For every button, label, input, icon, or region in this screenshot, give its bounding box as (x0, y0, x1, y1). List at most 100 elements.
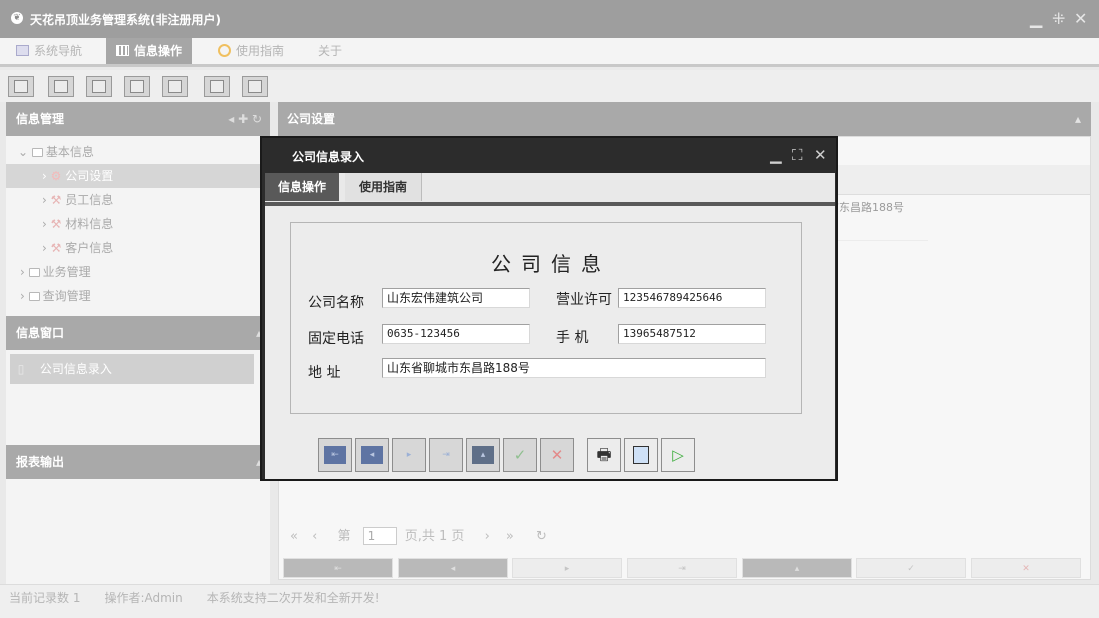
form-heading: 公司信息 (491, 252, 611, 276)
company-name-label: 公司名称 (308, 295, 364, 311)
folder-icon (28, 268, 40, 277)
first-page-icon[interactable]: « (290, 529, 298, 544)
status-notice: 本系统支持二次开发和全新开发! (206, 591, 380, 605)
toolbar-document-button[interactable] (86, 76, 112, 97)
phone-input[interactable]: 0635-123456 (382, 324, 530, 344)
panel-header-report-output[interactable]: 报表输出 ▴ (6, 445, 270, 479)
table-cell-address: 市东昌路188号 (828, 195, 928, 241)
toolbar-print-button[interactable] (242, 76, 268, 97)
minimize-icon[interactable]: ▁ (1030, 9, 1042, 28)
prev-icon: ◂ (361, 446, 383, 464)
close-icon[interactable]: ✕ (814, 146, 827, 164)
prev-record-button[interactable]: ◂ (398, 558, 508, 578)
preview-button[interactable] (624, 438, 658, 472)
dialog-tab-user-guide[interactable]: 使用指南 (345, 173, 423, 201)
first-icon: ⇤ (324, 446, 346, 464)
monitor-icon (16, 45, 29, 56)
tool-icon: ⚒ (50, 217, 62, 231)
toolbar-search-button[interactable] (8, 76, 34, 97)
app-icon: ❦ (11, 12, 23, 24)
maximize-icon[interactable]: ⛶ (792, 146, 803, 164)
first-record-button[interactable]: ⇤ (283, 558, 393, 578)
tool-icon: ⚒ (50, 193, 62, 207)
business-license-input[interactable]: 123546789425646 (618, 288, 766, 308)
prev-record-button[interactable]: ◂ (355, 438, 389, 472)
run-button[interactable]: ▷ (661, 438, 695, 472)
cancel-record-button[interactable]: ✕ (971, 558, 1081, 578)
tab-info-operation[interactable]: 信息操作 (106, 38, 193, 64)
panel-header-info-window[interactable]: 信息窗口 ▴ (6, 316, 270, 350)
maximize-icon[interactable]: ⁜ (1052, 9, 1065, 28)
tree-item-query-mgmt[interactable]: › 查询管理 (6, 284, 270, 308)
app-title: 天花吊顶业务管理系统(非注册用户) (30, 13, 221, 27)
tree-item-company-settings[interactable]: › ⚙ 公司设置 (6, 164, 270, 188)
mobile-input[interactable]: 13965487512 (618, 324, 766, 344)
first-record-button[interactable]: ⇤ (318, 438, 352, 472)
tab-about[interactable]: 关于 (308, 38, 352, 64)
company-info-dialog: 公司信息录入 ▁ ⛶ ✕ 信息操作 使用指南 公司信息 公司名称 山东宏伟建筑公… (260, 136, 838, 481)
tree-item-basic-info[interactable]: ⌄ 基本信息 (6, 140, 270, 164)
up-icon: ▴ (472, 446, 494, 464)
tree-item-business-mgmt[interactable]: › 业务管理 (6, 260, 270, 284)
window-icon (168, 80, 182, 93)
next-record-button[interactable]: ▸ (512, 558, 622, 578)
toolbar-export-button[interactable] (204, 76, 230, 97)
dialog-tabs: 信息操作 使用指南 (265, 173, 835, 202)
grid-icon (116, 45, 129, 56)
menu-bar: 系统导航 信息操作 使用指南 关于 (0, 38, 1099, 67)
title-bar: ❦ 天花吊顶业务管理系统(非注册用户) ▁ ⁜ ✕ (0, 0, 1099, 38)
panel-header-company-settings: 公司设置 ▴ (278, 102, 1091, 136)
next-record-button[interactable]: ▸ (392, 438, 426, 472)
tree-item-customer-info[interactable]: › ⚒ 客户信息 (6, 236, 270, 260)
users-icon (130, 80, 144, 93)
business-license-label: 营业许可 (556, 292, 612, 308)
status-bar: 当前记录数 1 操作者:Admin 本系统支持二次开发和全新开发! (0, 584, 1099, 618)
confirm-button[interactable]: ✓ (503, 438, 537, 472)
cancel-button[interactable]: ✕ (540, 438, 574, 472)
dialog-tab-info-operation[interactable]: 信息操作 (265, 173, 340, 201)
last-page-icon[interactable]: » (506, 529, 514, 544)
close-icon[interactable]: ✕ (1074, 9, 1087, 28)
collapse-icon[interactable]: ▴ (1075, 102, 1081, 136)
confirm-record-button[interactable]: ✓ (856, 558, 966, 578)
page-number-input[interactable]: 1 (362, 527, 397, 545)
report-output-panel (6, 479, 270, 584)
tree-item-staff-info[interactable]: › ⚒ 员工信息 (6, 188, 270, 212)
window-icon: ▯ (17, 362, 25, 376)
refresh-icon[interactable]: ↻ (536, 529, 547, 544)
tree-item-material-info[interactable]: › ⚒ 材料信息 (6, 212, 270, 236)
folder-icon (28, 292, 40, 301)
check-icon: ✓ (513, 446, 527, 464)
next-icon: ▸ (398, 446, 420, 464)
last-record-button[interactable]: ⇥ (429, 438, 463, 472)
address-input[interactable]: 山东省聊城市东昌路188号 (382, 358, 766, 378)
toolbar-list-button[interactable] (48, 76, 74, 97)
print-button[interactable]: 🖶 (587, 438, 621, 472)
toolbar-window-button[interactable] (162, 76, 188, 97)
edit-record-button[interactable]: ▴ (466, 438, 500, 472)
window-item-company-entry[interactable]: ▯ 公司信息录入 (10, 354, 254, 384)
record-count: 当前记录数 1 (9, 591, 81, 605)
last-icon: ⇥ (435, 446, 457, 464)
company-name-input[interactable]: 山东宏伟建筑公司 (382, 288, 530, 308)
print-icon (248, 80, 262, 93)
tab-system-nav[interactable]: 系统导航 (6, 38, 92, 64)
last-record-button[interactable]: ⇥ (627, 558, 737, 578)
preview-icon (633, 446, 649, 464)
next-page-icon[interactable]: › (485, 529, 490, 544)
tab-user-guide[interactable]: 使用指南 (208, 38, 294, 64)
panel-tools[interactable]: ◂ ✚ ↻ (228, 102, 262, 136)
prev-page-icon[interactable]: ‹ (312, 529, 317, 544)
pagination: « ‹ 第 1 页,共 1 页 › » ↻ (280, 522, 980, 552)
edit-record-button[interactable]: ▴ (742, 558, 852, 578)
play-icon: ▷ (672, 446, 684, 464)
cross-icon: ✕ (550, 446, 564, 464)
panel-header-info-mgmt[interactable]: 信息管理 ◂ ✚ ↻ (6, 102, 270, 136)
document-icon (92, 80, 106, 93)
toolbar-users-button[interactable] (124, 76, 150, 97)
toolbar (0, 70, 1099, 102)
phone-label: 固定电话 (308, 331, 364, 347)
minimize-icon[interactable]: ▁ (770, 146, 782, 164)
mobile-label: 手 机 (556, 330, 589, 346)
page-label: 第 (337, 529, 351, 544)
